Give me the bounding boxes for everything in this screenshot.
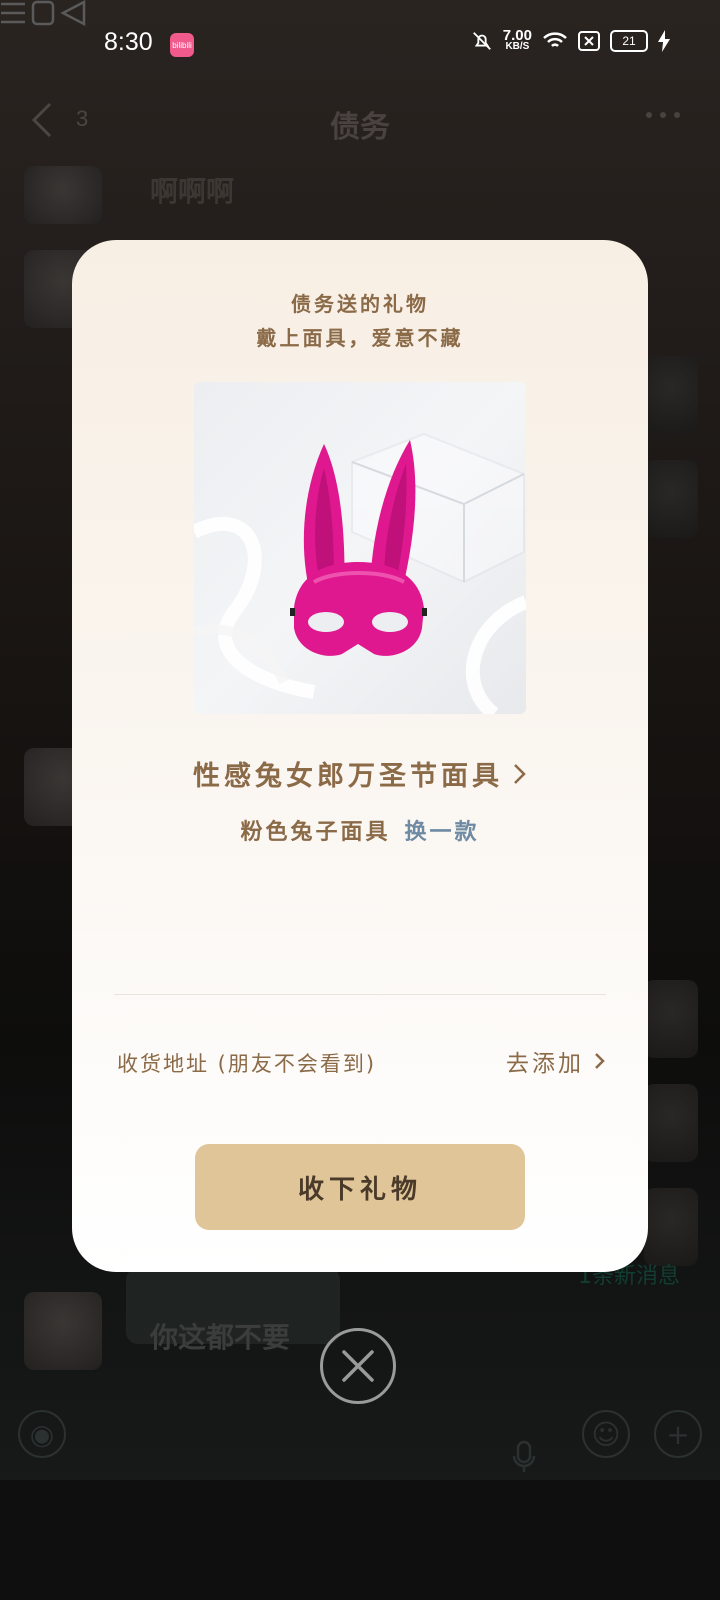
voice-icon[interactable]: ◉ bbox=[18, 1410, 66, 1458]
gift-image[interactable] bbox=[194, 382, 526, 714]
change-gift-link[interactable]: 换一款 bbox=[405, 814, 480, 846]
net-speed: 7.00 KB/S bbox=[502, 27, 532, 52]
gift-slogan: 戴上面具，爱意不藏 bbox=[256, 326, 464, 350]
message-text: 你这都不要 bbox=[150, 1321, 291, 1354]
gift-modal: 债务送的礼物 戴上面具，爱意不藏 性感兔女郎万圣节面具 粉色兔子面具 换一款 收… bbox=[72, 240, 648, 1272]
system-navigation-bar bbox=[0, 1480, 720, 1600]
avatar[interactable] bbox=[644, 460, 698, 538]
charging-icon bbox=[658, 30, 670, 52]
divider bbox=[114, 994, 606, 995]
mic-icon[interactable] bbox=[512, 1440, 536, 1474]
avatar[interactable] bbox=[644, 1084, 698, 1162]
add-address-button[interactable]: 去添加 bbox=[506, 1044, 606, 1078]
chevron-right-icon bbox=[514, 763, 526, 784]
chevron-right-icon bbox=[595, 1053, 605, 1069]
sim-x-icon bbox=[578, 31, 600, 51]
gift-variant-row: 粉色兔子面具 换一款 bbox=[72, 814, 648, 846]
battery-indicator: 21 bbox=[610, 30, 648, 52]
gift-variant: 粉色兔子面具 bbox=[240, 820, 391, 845]
accept-gift-button[interactable]: 收下礼物 bbox=[195, 1144, 525, 1230]
address-label: 收货地址 (朋友不会看到) bbox=[117, 1052, 377, 1076]
avatar[interactable] bbox=[644, 980, 698, 1058]
bunny-mask-image bbox=[194, 432, 526, 714]
close-circle-icon[interactable] bbox=[320, 1328, 396, 1404]
mute-bell-icon bbox=[472, 32, 491, 50]
avatar[interactable] bbox=[644, 356, 698, 434]
message-text: 啊啊啊 bbox=[150, 175, 235, 208]
avatar[interactable] bbox=[24, 166, 102, 224]
status-icons: 7.00 KB/S 21 bbox=[471, 27, 670, 52]
add-address-label: 去添加 bbox=[506, 1051, 584, 1077]
app-notification-icon: bilibili bbox=[170, 33, 194, 57]
avatar[interactable] bbox=[24, 1292, 102, 1370]
wifi-icon bbox=[543, 32, 567, 47]
more-dots-icon[interactable] bbox=[646, 112, 680, 118]
gift-name-link[interactable]: 性感兔女郎万圣节面具 bbox=[72, 754, 648, 793]
chat-title: 债务 bbox=[330, 110, 390, 145]
emoji-icon[interactable]: ☺ bbox=[582, 1410, 630, 1458]
status-time: 8:30 bbox=[104, 28, 153, 56]
avatar[interactable] bbox=[644, 1188, 698, 1266]
status-bar: 8:30 bilibili 7.00 KB/S 21 bbox=[0, 0, 720, 90]
gift-sender-text: 债务送的礼物 bbox=[291, 292, 429, 316]
gift-name: 性感兔女郎万圣节面具 bbox=[193, 761, 503, 792]
plus-icon[interactable]: + bbox=[654, 1410, 702, 1458]
